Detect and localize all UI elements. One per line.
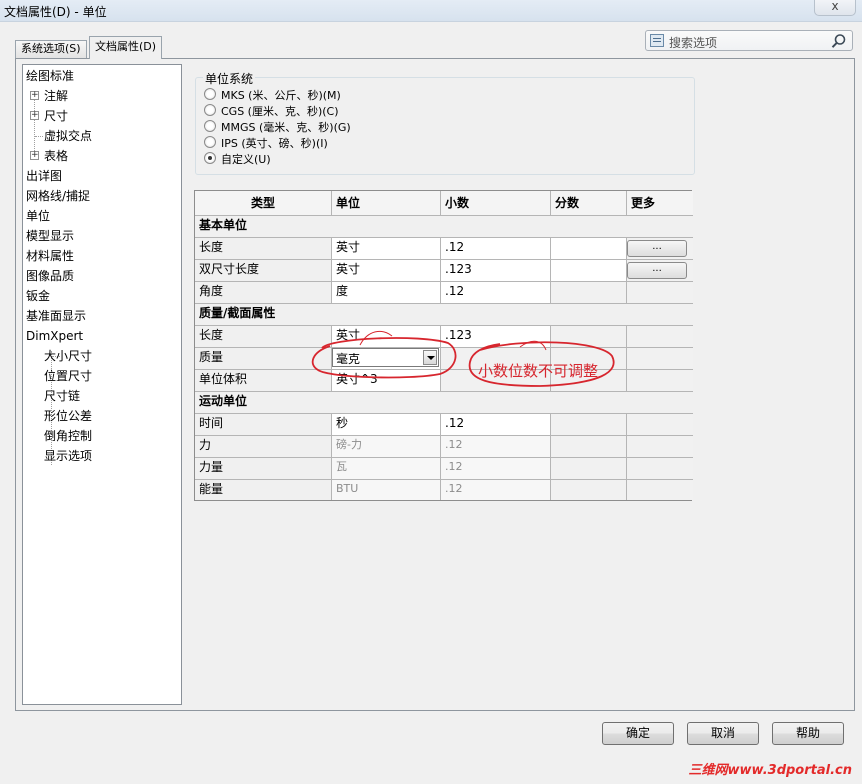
fraction-cell <box>551 414 627 436</box>
section-motion-units: 运动单位 <box>195 392 693 414</box>
unit-cell[interactable]: 英寸^3 <box>332 370 441 392</box>
row-label: 角度 <box>195 282 332 304</box>
expand-icon[interactable]: + <box>30 151 39 160</box>
units-grid: 类型 单位 小数 分数 更多 基本单位 长度 英寸 .12 ... 双尺寸长度 … <box>194 190 693 501</box>
column-header-type: 类型 <box>195 191 332 216</box>
more-cell <box>627 370 693 392</box>
more-cell <box>627 480 693 500</box>
row-label: 单位体积 <box>195 370 332 392</box>
decimal-cell[interactable]: .12 <box>441 414 551 436</box>
mass-unit-dropdown[interactable]: 毫克 <box>332 348 439 367</box>
fraction-cell[interactable] <box>551 238 627 260</box>
title-bar: 文档属性(D) - 单位 x <box>0 0 862 22</box>
chevron-down-icon[interactable] <box>423 350 437 365</box>
unit-cell[interactable]: 英寸 <box>332 260 441 282</box>
row-label: 双尺寸长度 <box>195 260 332 282</box>
more-cell <box>627 414 693 436</box>
more-cell <box>627 458 693 480</box>
fraction-cell <box>551 436 627 458</box>
search-input[interactable]: 搜索选项 <box>645 30 853 51</box>
row-label: 力 <box>195 436 332 458</box>
help-button[interactable]: 帮助 <box>772 722 844 745</box>
column-header-fraction: 分数 <box>551 191 627 216</box>
column-header-more: 更多 <box>627 191 693 216</box>
row-label: 时间 <box>195 414 332 436</box>
row-label: 质量 <box>195 348 332 370</box>
radio-button[interactable] <box>204 88 216 100</box>
more-cell <box>627 282 693 304</box>
fraction-cell[interactable] <box>551 260 627 282</box>
search-placeholder: 搜索选项 <box>669 36 718 50</box>
more-cell <box>627 326 693 348</box>
search-icon[interactable] <box>831 33 847 49</box>
tab-system-options[interactable]: 系统选项(S) <box>15 40 87 58</box>
radio-button[interactable] <box>204 104 216 116</box>
unit-cell[interactable]: 英寸 <box>332 238 441 260</box>
more-button[interactable]: ... <box>627 262 687 279</box>
fraction-cell <box>551 326 627 348</box>
unit-system-title: 单位系统 <box>203 70 256 87</box>
decimal-cell[interactable]: .12 <box>441 238 551 260</box>
more-button[interactable]: ... <box>627 240 687 257</box>
section-basic-units: 基本单位 <box>195 216 693 238</box>
tab-document-properties[interactable]: 文档属性(D) <box>89 36 163 59</box>
unit-cell: 磅-力 <box>332 436 441 458</box>
options-tree[interactable]: 绘图标准 + 注解 + 尺寸 虚拟交点 + 表格 出详图 网格线/捕捉 单位 模… <box>22 64 182 705</box>
radio-button[interactable] <box>204 120 216 132</box>
unit-cell[interactable]: 度 <box>332 282 441 304</box>
unit-cell: BTU <box>332 480 441 500</box>
radio-button[interactable] <box>204 136 216 148</box>
decimal-cell[interactable]: .123 <box>441 260 551 282</box>
decimal-cell[interactable]: .12 <box>441 282 551 304</box>
decimal-cell[interactable]: .123 <box>441 326 551 348</box>
ok-button[interactable]: 确定 <box>602 722 674 745</box>
decimal-cell: .12 <box>441 480 551 500</box>
fraction-cell <box>551 282 627 304</box>
list-icon <box>650 34 664 47</box>
expand-icon[interactable]: + <box>30 91 39 100</box>
more-cell: ... <box>627 260 693 282</box>
mass-unit-value: 毫克 <box>336 352 361 366</box>
radio-button-checked[interactable] <box>204 152 216 164</box>
watermark: 三维网www.3dportal.cn <box>688 763 852 778</box>
row-label: 长度 <box>195 238 332 260</box>
decimal-cell: .12 <box>441 458 551 480</box>
section-mass-properties: 质量/截面属性 <box>195 304 693 326</box>
close-button[interactable]: x <box>814 0 856 16</box>
row-label: 力量 <box>195 458 332 480</box>
more-cell <box>627 436 693 458</box>
row-label: 长度 <box>195 326 332 348</box>
window-title: 文档属性(D) - 单位 <box>4 5 107 19</box>
unit-cell: 瓦 <box>332 458 441 480</box>
cancel-button[interactable]: 取消 <box>687 722 759 745</box>
row-label: 能量 <box>195 480 332 500</box>
fraction-cell <box>551 458 627 480</box>
more-cell <box>627 348 693 370</box>
more-cell: ... <box>627 238 693 260</box>
tree-connector <box>35 136 43 137</box>
unit-cell[interactable]: 秒 <box>332 414 441 436</box>
close-icon[interactable]: x <box>831 0 838 13</box>
column-header-decimal: 小数 <box>441 191 551 216</box>
annotation-text: 小数位数不可调整 <box>478 362 599 380</box>
column-header-unit: 单位 <box>332 191 441 216</box>
unit-cell[interactable]: 英寸 <box>332 326 441 348</box>
decimal-cell: .12 <box>441 436 551 458</box>
fraction-cell <box>551 480 627 500</box>
expand-icon[interactable]: + <box>30 111 39 120</box>
tree-connector <box>34 91 35 155</box>
